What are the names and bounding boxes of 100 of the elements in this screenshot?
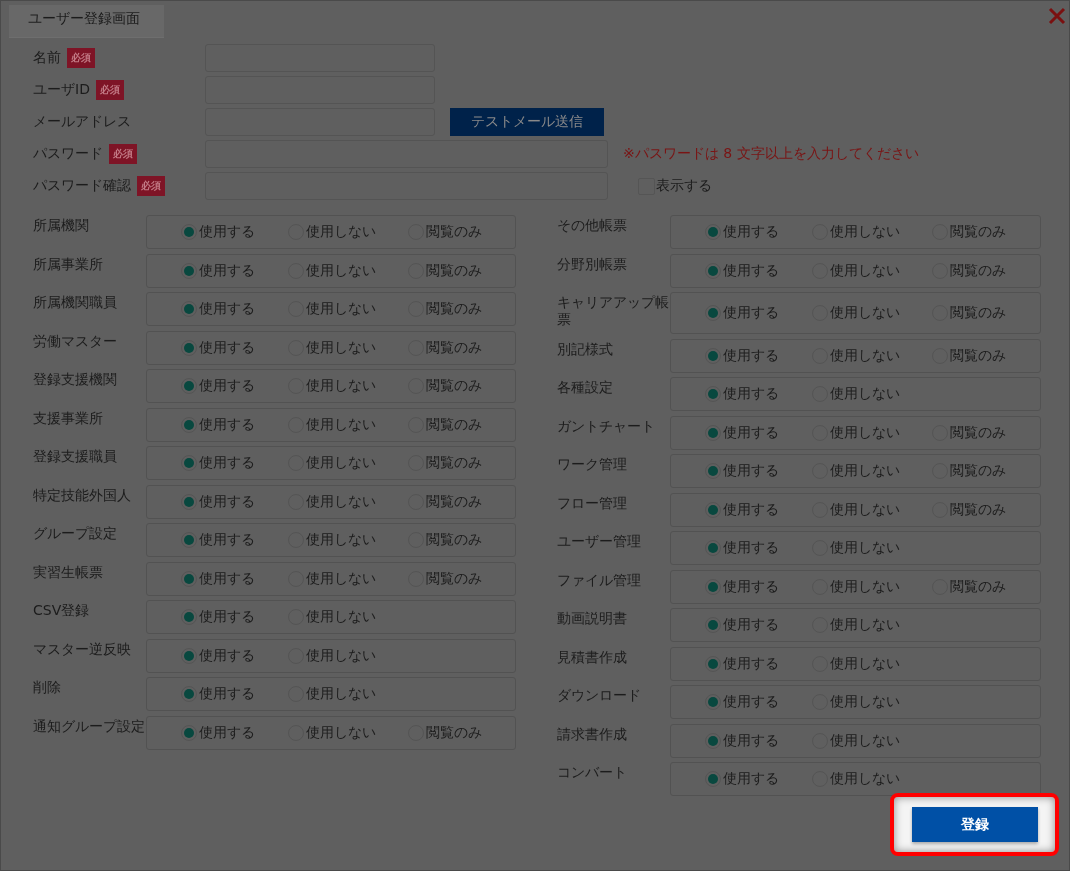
radio-option[interactable]: 使用する <box>181 685 288 703</box>
radio-option[interactable]: 使用する <box>705 770 812 788</box>
test-mail-button[interactable]: テストメール送信 <box>450 108 604 136</box>
radio-option[interactable]: 使用する <box>705 223 812 241</box>
radio-option[interactable]: 使用しない <box>812 462 932 480</box>
radio-option[interactable]: 使用しない <box>288 415 408 434</box>
permission-label: 労働マスター <box>33 331 118 351</box>
radio-option[interactable]: 使用しない <box>288 300 408 318</box>
radio-label: 使用しない <box>830 577 900 596</box>
radio-option[interactable]: 使用する <box>705 500 812 519</box>
radio-option[interactable]: 使用しない <box>812 223 932 241</box>
permission-label: 動画説明書 <box>557 609 628 628</box>
radio-option[interactable]: 使用しない <box>812 770 932 788</box>
radio-option[interactable]: 閲覧のみ <box>408 454 515 472</box>
radio-option[interactable]: 使用する <box>181 300 288 318</box>
radio-option[interactable]: 使用しない <box>288 338 408 357</box>
radio-option[interactable]: 使用しない <box>812 577 932 596</box>
radio-label: 使用しない <box>830 500 900 519</box>
radio-option[interactable]: 閲覧のみ <box>932 223 1040 241</box>
radio-option[interactable]: 使用する <box>181 223 288 241</box>
radio-option[interactable]: 使用しない <box>812 616 932 634</box>
radio-label: 閲覧のみ <box>950 500 1006 519</box>
radio-option[interactable]: 使用する <box>181 531 288 549</box>
radio-option[interactable]: 閲覧のみ <box>408 223 515 241</box>
radio-option[interactable]: 使用する <box>181 338 288 357</box>
radio-option[interactable]: 使用しない <box>288 646 408 665</box>
radio-option[interactable]: 使用しない <box>812 693 932 711</box>
radio-option[interactable]: 閲覧のみ <box>932 304 1040 322</box>
radio-option[interactable]: 閲覧のみ <box>932 577 1040 596</box>
radio-option[interactable]: 使用しない <box>812 500 932 519</box>
radio-label: 閲覧のみ <box>426 492 482 511</box>
radio-label: 使用する <box>723 539 779 557</box>
required-badge: 必須 <box>109 144 137 164</box>
radio-option[interactable]: 閲覧のみ <box>408 338 515 357</box>
radio-label: 使用する <box>723 770 779 788</box>
radio-button[interactable] <box>181 609 197 625</box>
radio-option[interactable]: 使用しない <box>812 654 932 673</box>
radio-option[interactable]: 閲覧のみ <box>932 423 1040 442</box>
radio-option[interactable]: 使用しない <box>288 454 408 472</box>
radio-label: 使用する <box>723 731 779 750</box>
radio-option[interactable]: 使用する <box>705 304 812 322</box>
radio-label: 使用しない <box>830 731 900 750</box>
radio-option[interactable]: 使用しない <box>288 261 408 280</box>
radio-label: 使用する <box>199 646 255 665</box>
radio-option[interactable]: 使用する <box>705 346 812 365</box>
permission-label: 別記様式 <box>557 339 614 359</box>
radio-option[interactable]: 使用しない <box>812 304 932 322</box>
radio-option[interactable]: 使用しない <box>288 569 408 588</box>
radio-option[interactable]: 使用する <box>705 693 812 711</box>
radio-option[interactable]: 使用しない <box>288 685 408 703</box>
radio-option[interactable]: 使用しない <box>288 723 408 742</box>
radio-option[interactable]: 使用しない <box>812 731 932 750</box>
radio-option[interactable]: 閲覧のみ <box>408 492 515 511</box>
radio-option[interactable]: 使用する <box>181 377 288 395</box>
radio-option[interactable]: 使用しない <box>812 539 932 557</box>
radio-option[interactable]: 使用する <box>181 646 288 665</box>
radio-option[interactable]: 使用する <box>705 462 812 480</box>
radio-option[interactable]: 使用する <box>705 261 812 280</box>
radio-option[interactable]: 使用しない <box>288 608 408 626</box>
radio-option[interactable]: 使用する <box>181 261 288 280</box>
radio-option[interactable]: 使用する <box>181 454 288 472</box>
radio-label: 閲覧のみ <box>426 223 482 241</box>
radio-option[interactable]: 使用しない <box>288 492 408 511</box>
radio-option[interactable]: 閲覧のみ <box>408 415 515 434</box>
radio-option[interactable]: 使用する <box>705 577 812 596</box>
radio-option[interactable]: 使用しない <box>812 423 932 442</box>
radio-option[interactable]: 使用する <box>181 492 288 511</box>
radio-option[interactable]: 使用する <box>705 616 812 634</box>
close-icon[interactable] <box>1048 7 1066 25</box>
radio-option[interactable]: 使用しない <box>812 346 932 365</box>
radio-option[interactable]: 閲覧のみ <box>932 462 1040 480</box>
radio-option[interactable]: 使用する <box>705 423 812 442</box>
radio-label: 使用する <box>199 454 255 472</box>
radio-option[interactable]: 使用する <box>181 608 288 626</box>
radio-option[interactable]: 使用する <box>181 415 288 434</box>
radio-label: 閲覧のみ <box>950 304 1006 322</box>
radio-label: 使用しない <box>830 223 900 241</box>
radio-option[interactable]: 使用しない <box>288 531 408 549</box>
register-button[interactable]: 登録 <box>911 807 1038 842</box>
radio-option[interactable]: 使用する <box>705 654 812 673</box>
radio-option[interactable]: 閲覧のみ <box>408 723 515 742</box>
radio-option[interactable]: 閲覧のみ <box>932 261 1040 280</box>
radio-option[interactable]: 使用しない <box>812 385 932 403</box>
radio-option[interactable]: 閲覧のみ <box>408 300 515 318</box>
radio-option[interactable]: 閲覧のみ <box>408 531 515 549</box>
radio-option[interactable]: 使用しない <box>288 377 408 395</box>
radio-option[interactable]: 使用する <box>705 731 812 750</box>
radio-option[interactable]: 閲覧のみ <box>408 377 515 395</box>
radio-option[interactable]: 閲覧のみ <box>932 500 1040 519</box>
radio-option[interactable]: 使用しない <box>812 261 932 280</box>
permission-label: 所属機関職員 <box>33 293 118 312</box>
radio-option[interactable]: 使用する <box>181 723 288 742</box>
checkbox-label: 表示する <box>656 177 712 195</box>
radio-option[interactable]: 使用する <box>705 385 812 403</box>
radio-option[interactable]: 使用する <box>705 539 812 557</box>
radio-option[interactable]: 使用しない <box>288 223 408 241</box>
radio-option[interactable]: 閲覧のみ <box>408 569 515 588</box>
radio-option[interactable]: 閲覧のみ <box>932 346 1040 365</box>
radio-option[interactable]: 閲覧のみ <box>408 261 515 280</box>
radio-option[interactable]: 使用する <box>181 569 288 588</box>
